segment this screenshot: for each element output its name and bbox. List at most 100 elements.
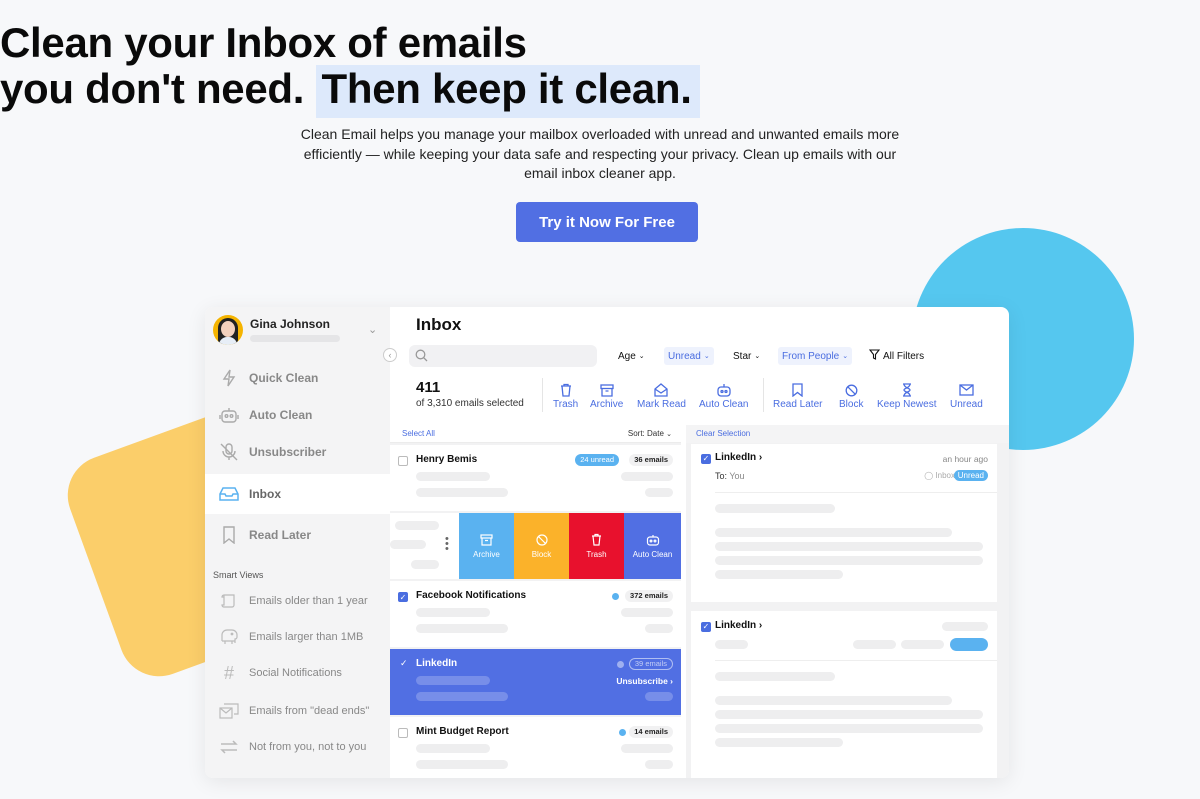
card-checkbox[interactable]: ✓: [701, 454, 711, 464]
hero-headline: Clean your Inbox of emails you don't nee…: [0, 19, 1200, 118]
list-item[interactable]: Henry Bemis 24 unread 36 emails: [390, 445, 681, 511]
sender-name: Facebook Notifications: [416, 590, 527, 601]
unread-dot: [612, 593, 619, 600]
email-count-badge: 36 emails: [629, 454, 673, 466]
all-filters-button[interactable]: All Filters: [865, 347, 928, 365]
action-auto-clean[interactable]: Auto Clean: [699, 383, 748, 410]
action-block[interactable]: Block: [839, 383, 863, 410]
search-input[interactable]: [409, 345, 597, 367]
action-unread[interactable]: Unread: [950, 383, 983, 410]
sender-name: Henry Bemis: [416, 454, 478, 465]
unread-badge: 24 unread: [575, 454, 619, 466]
placeholder-line: [645, 760, 673, 769]
bookmark-icon: [792, 383, 803, 397]
sender-name: Mint Budget Report: [416, 726, 509, 737]
robot-icon: [716, 383, 732, 397]
list-item[interactable]: ✓ Facebook Notifications 372 emails: [390, 581, 681, 647]
placeholder-line: [416, 488, 508, 497]
action-read-later[interactable]: Read Later: [773, 383, 822, 410]
try-free-button[interactable]: Try it Now For Free: [516, 202, 698, 242]
placeholder-line: [416, 744, 490, 753]
placeholder-line: [645, 488, 673, 497]
sidebar-item-inbox[interactable]: Inbox: [205, 474, 390, 514]
smart-view-large-emails[interactable]: Emails larger than 1MB: [205, 623, 390, 651]
sender-list: Select All Sort: Date ⌄ Henry Bemis 24 u…: [390, 425, 681, 778]
toolbar-divider: [542, 378, 543, 412]
swipe-block-button[interactable]: Block: [514, 513, 569, 579]
user-switcher[interactable]: Gina Johnson ⌄: [213, 315, 383, 349]
clear-selection-link[interactable]: Clear Selection: [696, 429, 750, 438]
chevron-down-icon[interactable]: ⌄: [368, 323, 377, 336]
row-checkbox[interactable]: ✓: [398, 592, 408, 602]
filter-age[interactable]: Age ⌄: [614, 347, 649, 365]
placeholder-line: [416, 676, 490, 685]
row-checkbox[interactable]: [398, 728, 408, 738]
robot-icon: [646, 534, 660, 548]
filter-unread[interactable]: Unread ⌄: [664, 347, 714, 365]
email-count-badge: 14 emails: [629, 726, 673, 738]
email-preview-card[interactable]: ✓ LinkedIn ›: [691, 611, 997, 778]
sender-link[interactable]: LinkedIn ›: [715, 452, 762, 463]
user-name: Gina Johnson: [250, 317, 331, 331]
chevron-down-icon: ⌄: [666, 431, 672, 438]
chevron-down-icon: ⌄: [754, 353, 761, 360]
hero-subtext: Clean Email helps you manage your mailbo…: [300, 126, 900, 181]
headline-line-2: you don't need. Then keep it clean.: [0, 65, 1200, 118]
row-checkbox[interactable]: [398, 456, 408, 466]
sidebar-item-read-later[interactable]: Read Later: [205, 516, 390, 554]
placeholder-line: [621, 608, 673, 617]
bookmark-icon: [219, 525, 239, 545]
smart-view-not-from-you[interactable]: Not from you, not to you: [205, 733, 390, 761]
check-icon[interactable]: ✓: [400, 658, 408, 669]
collapse-sidebar-button[interactable]: ‹: [383, 348, 397, 362]
sort-dropdown[interactable]: Sort: Date ⌄: [628, 429, 672, 438]
selected-count-caption: of 3,310 emails selected: [416, 398, 524, 409]
placeholder-line: [411, 560, 439, 569]
email-count-badge: 39 emails: [628, 658, 673, 670]
hourglass-icon: [902, 383, 912, 397]
sidebar-item-quick-clean[interactable]: Quick Clean: [205, 359, 390, 397]
sender-link[interactable]: LinkedIn ›: [715, 620, 762, 631]
elephant-icon: [219, 627, 239, 647]
filter-from-people[interactable]: From People ⌄: [778, 347, 853, 365]
funnel-icon: [868, 349, 881, 363]
email-time: an hour ago: [942, 454, 988, 464]
email-preview-card[interactable]: ✓ LinkedIn › an hour ago To: You ◯ Inbox…: [691, 444, 997, 602]
smart-view-social[interactable]: # Social Notifications: [205, 659, 390, 687]
filter-star[interactable]: Star ⌄: [729, 347, 764, 365]
open-envelope-icon: [654, 383, 669, 397]
headline-line-1: Clean your Inbox of emails: [0, 19, 527, 66]
headline-plain: you don't need.: [0, 65, 305, 112]
placeholder-line: [715, 556, 983, 565]
more-vertical-icon[interactable]: • • •: [445, 534, 449, 555]
sidebar-item-unsubscriber[interactable]: Unsubscriber: [205, 433, 390, 471]
card-checkbox[interactable]: ✓: [701, 622, 711, 632]
preview-header: Clear Selection: [686, 425, 1009, 443]
smart-view-dead-ends[interactable]: Emails from "dead ends": [205, 697, 390, 725]
action-mark-read[interactable]: Mark Read: [637, 383, 686, 410]
scroll-icon: [219, 591, 239, 611]
list-item-selected[interactable]: ✓ LinkedIn 39 emails Unsubscribe ›: [390, 649, 681, 715]
headline-highlight: Then keep it clean.: [315, 65, 700, 118]
placeholder-line: [942, 622, 988, 631]
divider: [715, 660, 997, 661]
block-icon: [535, 533, 548, 548]
placeholder-line: [390, 540, 426, 549]
chevron-down-icon: ⌄: [703, 353, 710, 360]
trash-icon: [591, 533, 602, 548]
page-title: Inbox: [416, 315, 462, 334]
swipe-trash-button[interactable]: Trash: [569, 513, 624, 579]
swipe-archive-button[interactable]: Archive: [459, 513, 514, 579]
recipient: To: You: [715, 471, 745, 481]
action-keep-newest[interactable]: Keep Newest: [877, 383, 936, 410]
list-item[interactable]: Mint Budget Report 14 emails: [390, 717, 681, 778]
unsubscribe-link[interactable]: Unsubscribe ›: [616, 676, 673, 686]
smart-view-old-emails[interactable]: Emails older than 1 year: [205, 587, 390, 615]
swipe-auto-clean-button[interactable]: Auto Clean: [624, 513, 681, 579]
select-all-link[interactable]: Select All: [402, 429, 435, 438]
chevron-down-icon: ⌄: [638, 353, 645, 360]
envelope-icon: [959, 383, 974, 397]
action-trash[interactable]: Trash: [553, 383, 578, 410]
action-archive[interactable]: Archive: [590, 383, 623, 410]
sidebar-item-auto-clean[interactable]: Auto Clean: [205, 396, 390, 434]
